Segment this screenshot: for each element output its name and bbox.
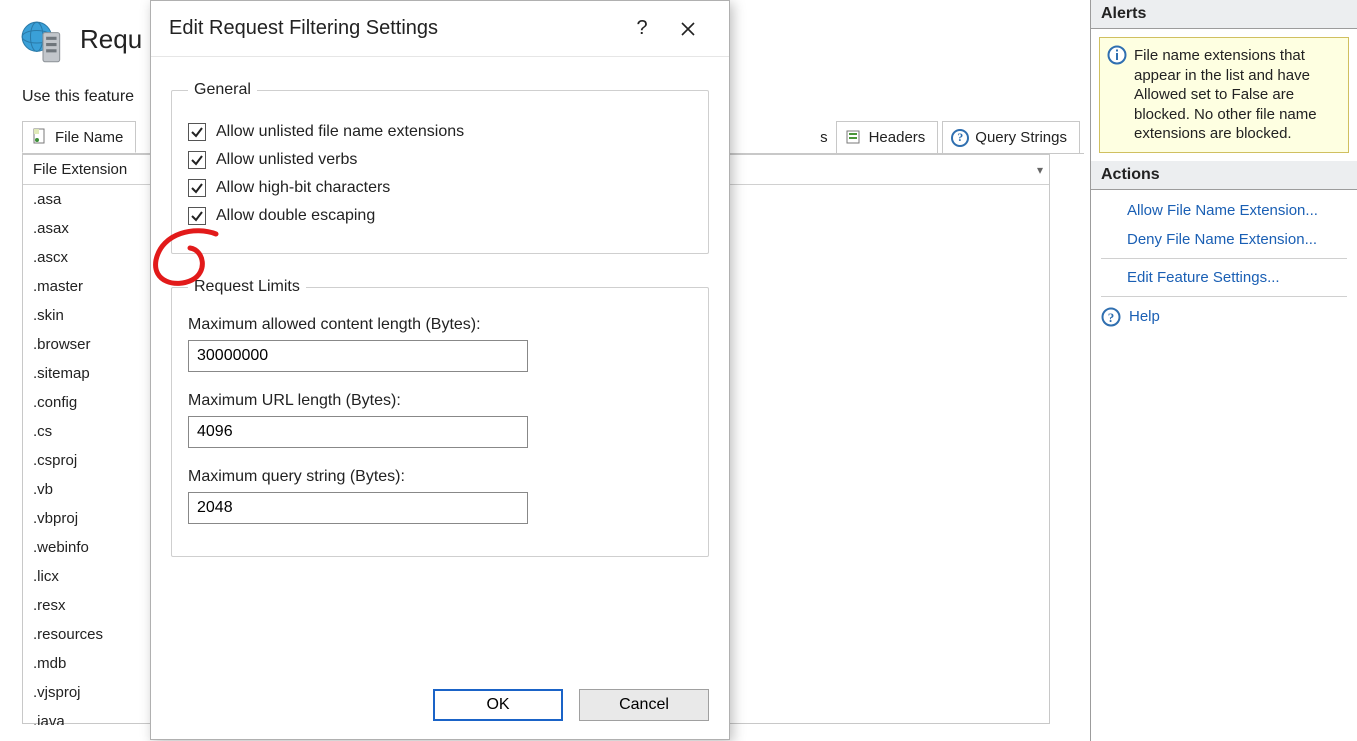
dialog-titlebar[interactable]: Edit Request Filtering Settings ? <box>151 1 729 57</box>
tab-file-name-extensions[interactable]: File Name <box>22 121 136 153</box>
limits-legend: Request Limits <box>188 278 306 296</box>
close-icon <box>680 21 696 37</box>
checkbox-label: Allow unlisted verbs <box>216 151 357 169</box>
action-deny-extension[interactable]: Deny File Name Extension... <box>1091 225 1357 254</box>
question-icon: ? <box>951 129 969 147</box>
right-pane: Alerts File name extensions that appear … <box>1090 0 1357 741</box>
action-help[interactable]: ? Help <box>1091 301 1357 333</box>
alert-message: File name extensions that appear in the … <box>1099 37 1349 153</box>
page-subtitle: Use this feature <box>22 88 134 106</box>
general-legend: General <box>188 81 257 99</box>
document-icon <box>31 128 49 146</box>
page-title: Requ <box>80 24 142 55</box>
max-content-input[interactable] <box>188 340 528 372</box>
checkbox-allow-high-bit[interactable] <box>188 179 206 197</box>
tab-query-strings[interactable]: ? Query Strings <box>942 121 1080 153</box>
ok-button[interactable]: OK <box>433 689 563 721</box>
actions-header: Actions <box>1091 161 1357 190</box>
headers-icon <box>845 129 863 147</box>
general-group: General Allow unlisted file name extensi… <box>171 81 709 254</box>
max-query-label: Maximum query string (Bytes): <box>188 468 692 486</box>
dialog-close-button[interactable] <box>665 12 711 46</box>
max-url-input[interactable] <box>188 416 528 448</box>
request-limits-group: Request Limits Maximum allowed content l… <box>171 278 709 557</box>
separator <box>1101 258 1347 259</box>
dialog-title: Edit Request Filtering Settings <box>169 17 438 40</box>
help-icon: ? <box>1101 307 1121 327</box>
edit-request-filtering-dialog: Edit Request Filtering Settings ? Genera… <box>150 0 730 740</box>
checkbox-allow-unlisted-extensions[interactable] <box>188 123 206 141</box>
chevron-down-icon: ▾ <box>1037 163 1043 177</box>
checkbox-label: Allow double escaping <box>216 207 375 225</box>
action-allow-extension[interactable]: Allow File Name Extension... <box>1091 196 1357 225</box>
checkbox-allow-double-escaping[interactable] <box>188 207 206 225</box>
tab-headers[interactable]: Headers <box>836 121 939 153</box>
checkbox-label: Allow high-bit characters <box>216 179 390 197</box>
tab-label: Query Strings <box>975 129 1067 146</box>
tab-label: File Name <box>55 129 123 146</box>
cancel-button[interactable]: Cancel <box>579 689 709 721</box>
info-icon <box>1107 45 1127 65</box>
max-content-label: Maximum allowed content length (Bytes): <box>188 316 692 334</box>
checkbox-allow-unlisted-verbs[interactable] <box>188 151 206 169</box>
separator <box>1101 296 1347 297</box>
alerts-header: Alerts <box>1091 0 1357 29</box>
iis-globe-icon <box>18 18 68 68</box>
dialog-help-button[interactable]: ? <box>619 12 665 46</box>
svg-text:?: ? <box>1108 310 1115 325</box>
max-url-label: Maximum URL length (Bytes): <box>188 392 692 410</box>
tab-partial[interactable]: s <box>812 121 832 153</box>
action-edit-feature-settings[interactable]: Edit Feature Settings... <box>1091 263 1357 292</box>
checkbox-label: Allow unlisted file name extensions <box>216 123 464 141</box>
max-query-input[interactable] <box>188 492 528 524</box>
tab-label: Headers <box>869 129 926 146</box>
